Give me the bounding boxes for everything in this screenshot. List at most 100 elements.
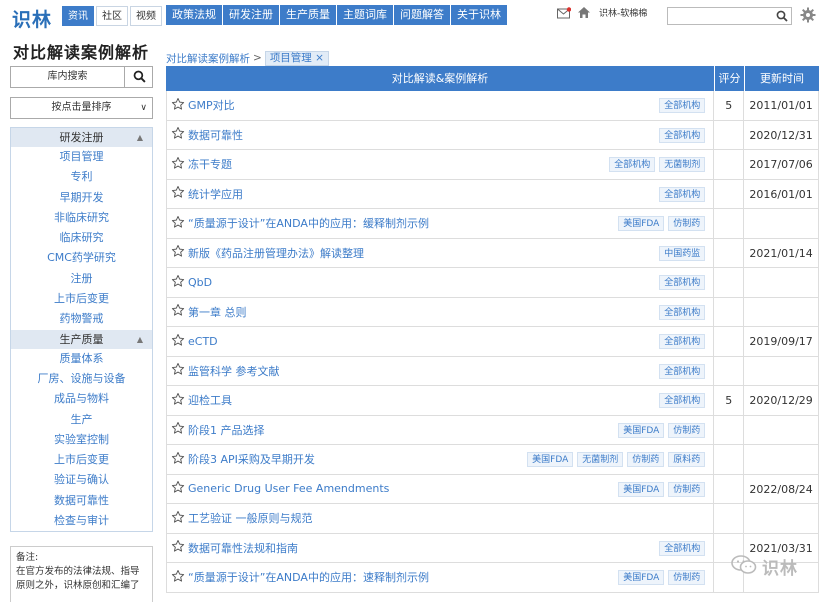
nav-policy[interactable]: 政策法规	[166, 5, 222, 25]
star-icon[interactable]	[171, 97, 185, 114]
sidebar-item-post-approval-change[interactable]: 上市后变更	[11, 289, 152, 309]
tag[interactable]: 原料药	[668, 452, 706, 467]
tab-video[interactable]: 视频	[130, 6, 162, 26]
sidebar-item-project-management[interactable]: 项目管理	[11, 147, 152, 167]
row-title-link[interactable]: 监管科学 参考文献	[188, 363, 280, 379]
row-title-link[interactable]: 阶段3 API采购及早期开发	[188, 451, 315, 467]
search-icon[interactable]	[776, 10, 788, 25]
collapse-icon[interactable]: ▲	[137, 330, 143, 349]
breadcrumb-current-filter[interactable]: 项目管理 ×	[264, 50, 329, 66]
nav-qa[interactable]: 问题解答	[394, 5, 450, 25]
tag[interactable]: 全部机构	[659, 393, 706, 408]
star-icon[interactable]	[171, 156, 185, 173]
tag[interactable]: 全部机构	[659, 98, 706, 113]
row-title-link[interactable]: GMP对比	[188, 97, 235, 113]
star-icon[interactable]	[171, 215, 185, 232]
star-icon[interactable]	[171, 244, 185, 261]
tag[interactable]: 美国FDA	[618, 481, 665, 497]
row-title-link[interactable]: Generic Drug User Fee Amendments	[188, 482, 389, 495]
sidebar-item-nonclinical[interactable]: 非临床研究	[11, 208, 152, 228]
sidebar-item-data-integrity[interactable]: 数据可靠性	[11, 491, 152, 511]
star-icon[interactable]	[171, 126, 185, 143]
row-title-link[interactable]: eCTD	[188, 335, 218, 348]
sidebar-item-post-approval-change-2[interactable]: 上市后变更	[11, 450, 152, 470]
tag[interactable]: 全部机构	[659, 540, 706, 556]
tag[interactable]: 仿制药	[627, 452, 665, 467]
nav-production-quality[interactable]: 生产质量	[280, 5, 336, 25]
star-icon[interactable]	[171, 451, 185, 468]
tag[interactable]: 无菌制剂	[659, 157, 706, 172]
star-icon[interactable]	[171, 480, 185, 497]
tag[interactable]: 全部机构	[659, 334, 706, 349]
tag[interactable]: 全部机构	[659, 304, 706, 320]
tag[interactable]: 仿制药	[668, 481, 706, 497]
row-title-link[interactable]: 迎检工具	[188, 392, 232, 408]
column-header-updated[interactable]: 更新时间	[745, 66, 819, 91]
mail-icon[interactable]	[557, 6, 571, 19]
tag[interactable]: 美国FDA	[618, 422, 665, 438]
row-title-link[interactable]: 数据可靠性	[188, 127, 243, 143]
row-title-link[interactable]: QbD	[188, 276, 212, 289]
tag[interactable]: 无菌制剂	[577, 452, 624, 467]
gear-icon[interactable]	[800, 7, 816, 26]
sort-select[interactable]: 按点击量排序 ∨	[10, 97, 153, 119]
category-production-quality[interactable]: 生产质量 ▲	[11, 329, 152, 349]
sidebar-item-clinical[interactable]: 临床研究	[11, 228, 152, 248]
star-icon[interactable]	[171, 303, 185, 320]
star-icon[interactable]	[171, 185, 185, 202]
star-icon[interactable]	[171, 274, 185, 291]
row-title-link[interactable]: 第一章 总则	[188, 304, 247, 320]
star-icon[interactable]	[171, 569, 185, 586]
tag[interactable]: 全部机构	[659, 275, 706, 290]
tag[interactable]: 全部机构	[659, 186, 706, 202]
site-logo[interactable]: 识林	[12, 5, 52, 32]
star-icon[interactable]	[171, 539, 185, 556]
tag[interactable]: 仿制药	[668, 422, 706, 438]
star-icon[interactable]	[171, 510, 185, 527]
row-title-link[interactable]: 统计学应用	[188, 186, 243, 202]
row-title-link[interactable]: 阶段1 产品选择	[188, 422, 265, 438]
nav-about[interactable]: 关于识林	[451, 5, 507, 25]
sidebar-item-quality-system[interactable]: 质量体系	[11, 349, 152, 369]
tab-community[interactable]: 社区	[96, 6, 128, 26]
library-search-input[interactable]: 库内搜索	[11, 67, 125, 87]
breadcrumb-parent[interactable]: 对比解读案例解析	[166, 51, 250, 66]
row-title-link[interactable]: “质量源于设计”在ANDA中的应用：缓释制剂示例	[188, 215, 429, 231]
sidebar-item-early-development[interactable]: 早期开发	[11, 188, 152, 208]
tab-news[interactable]: 资讯	[62, 6, 94, 26]
tag[interactable]: 美国FDA	[618, 570, 665, 585]
sidebar-item-products-materials[interactable]: 成品与物料	[11, 389, 152, 409]
star-icon[interactable]	[171, 333, 185, 350]
row-title-link[interactable]: 冻干专题	[188, 156, 232, 172]
star-icon[interactable]	[171, 421, 185, 438]
row-title-link[interactable]: “质量源于设计”在ANDA中的应用：速释制剂示例	[188, 569, 429, 585]
sidebar-item-registration[interactable]: 注册	[11, 269, 152, 289]
user-name[interactable]: 识林-软棉棉	[599, 6, 647, 19]
tag[interactable]: 仿制药	[668, 216, 706, 231]
sidebar-item-patent[interactable]: 专利	[11, 167, 152, 187]
row-title-link[interactable]: 数据可靠性法规和指南	[188, 540, 298, 556]
tag[interactable]: 仿制药	[668, 570, 706, 585]
sidebar-item-cmc[interactable]: CMC药学研究	[11, 248, 152, 268]
tag[interactable]: 全部机构	[659, 127, 706, 143]
star-icon[interactable]	[171, 362, 185, 379]
tag[interactable]: 全部机构	[659, 363, 706, 379]
tag[interactable]: 美国FDA	[527, 452, 574, 467]
nav-topic-library[interactable]: 主题词库	[337, 5, 393, 25]
collapse-icon[interactable]: ▲	[137, 128, 143, 147]
tag[interactable]: 中国药监	[659, 245, 706, 261]
sidebar-item-inspection-audit[interactable]: 检查与审计	[11, 511, 152, 531]
nav-rd-registration[interactable]: 研发注册	[223, 5, 279, 25]
sidebar-item-lab-control[interactable]: 实验室控制	[11, 430, 152, 450]
tag[interactable]: 全部机构	[609, 157, 656, 172]
column-header-score[interactable]: 评分	[715, 66, 745, 91]
row-title-link[interactable]: 新版《药品注册管理办法》解读整理	[188, 245, 364, 261]
tag[interactable]: 美国FDA	[618, 216, 665, 231]
home-icon[interactable]	[577, 6, 591, 19]
sidebar-item-facilities[interactable]: 厂房、设施与设备	[11, 369, 152, 389]
search-icon[interactable]	[133, 70, 146, 86]
sidebar-item-validation[interactable]: 验证与确认	[11, 470, 152, 490]
row-title-link[interactable]: 工艺验证 一般原则与规范	[188, 510, 313, 526]
sidebar-item-production[interactable]: 生产	[11, 410, 152, 430]
top-search-input[interactable]	[667, 7, 792, 25]
